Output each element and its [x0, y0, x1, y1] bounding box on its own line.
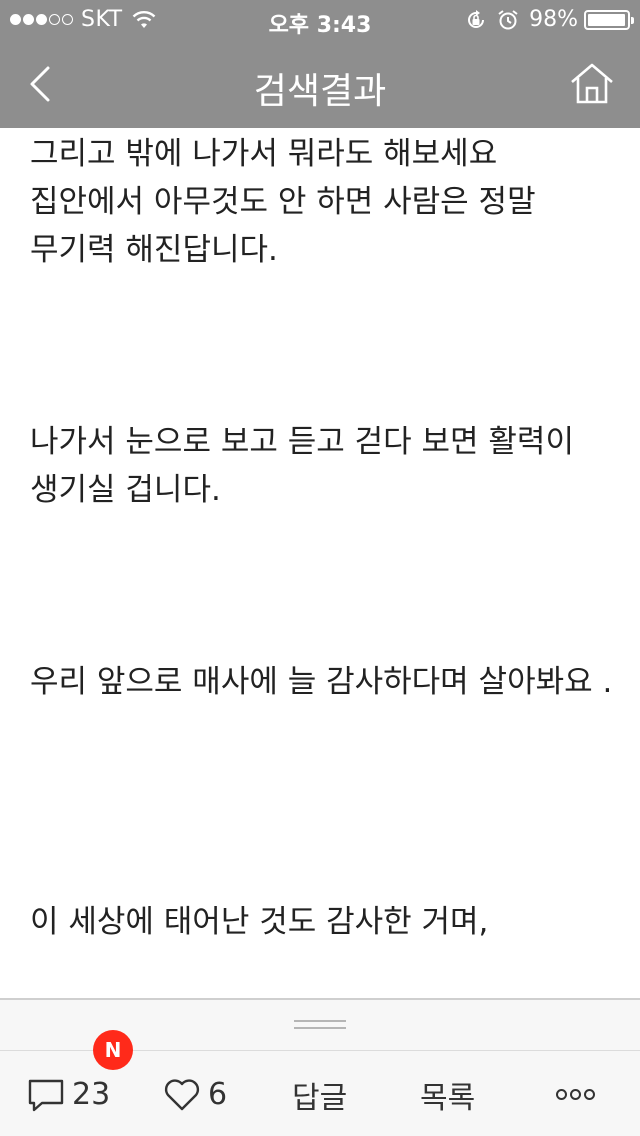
- like-button[interactable]: 6: [162, 1051, 227, 1136]
- post-content: 그리고 밖에 나가서 뭐라도 해보세요 집안에서 아무것도 안 하면 사람은 정…: [30, 128, 620, 998]
- more-button[interactable]: [556, 1051, 598, 1136]
- paragraph: 나가서 눈으로 보고 듣고 걷다 보면 활력이 생기실 겁니다.: [30, 424, 574, 508]
- paragraph: 그리고 밖에 나가서 뭐라도 해보세요 집안에서 아무것도 안 하면 사람은 정…: [30, 136, 536, 268]
- heart-icon: [164, 1078, 200, 1110]
- status-bar: SKT 오후 3:43 98%: [0, 0, 640, 40]
- screen: SKT 오후 3:43 98% 검색결과 그리고 밖에 나가서 뭐라도 해보세요…: [0, 0, 640, 1136]
- more-dots-icon: [556, 1089, 598, 1100]
- comment-count: 23: [72, 1077, 111, 1112]
- battery-percent: 98%: [529, 7, 578, 32]
- bottom-toolbar: 23 6 답글 목록: [0, 998, 640, 1136]
- list-label: 목록: [420, 1080, 476, 1116]
- reply-label: 답글: [292, 1080, 348, 1116]
- status-right: 98%: [465, 7, 634, 32]
- like-count: 6: [208, 1077, 228, 1112]
- action-bar: 23 6 답글 목록: [0, 1051, 640, 1136]
- reply-button[interactable]: 답글: [292, 1051, 347, 1136]
- home-icon[interactable]: [568, 60, 616, 108]
- alarm-icon: [498, 9, 518, 29]
- battery-icon: [584, 9, 634, 30]
- page-title: 검색결과: [253, 71, 387, 112]
- list-button[interactable]: 목록: [420, 1051, 475, 1136]
- nav-bar: 검색결과: [0, 40, 640, 128]
- rotation-lock-icon: [468, 9, 485, 28]
- new-badge: N: [93, 1030, 133, 1070]
- top-bar: SKT 오후 3:43 98% 검색결과: [0, 0, 640, 128]
- paragraph: 우리 앞으로 매사에 늘 감사하다며 살아봐요 .: [30, 664, 613, 700]
- paragraph: 이 세상에 태어난 것도 감사한 거며,: [30, 904, 489, 940]
- comment-icon: [28, 1079, 64, 1111]
